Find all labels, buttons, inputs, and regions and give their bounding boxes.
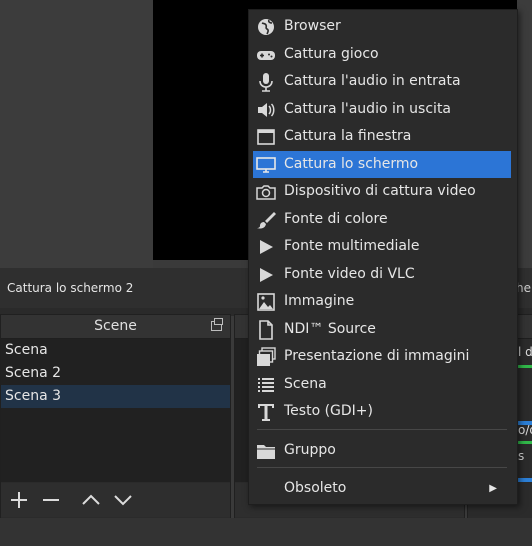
menu-item-audio-input[interactable]: Cattura l'audio in entrata xyxy=(253,68,511,95)
menu-item-ndi-source[interactable]: NDI™ Source xyxy=(253,316,511,343)
menu-item-label: Scena xyxy=(284,376,327,392)
menu-item-group[interactable]: Gruppo xyxy=(253,437,511,464)
volume-slider[interactable] xyxy=(517,478,532,482)
play-icon xyxy=(256,265,276,285)
image-icon xyxy=(256,292,276,312)
move-scene-down-button[interactable] xyxy=(110,487,136,513)
window-icon xyxy=(256,127,276,147)
camera-icon xyxy=(256,182,276,202)
menu-item-label: Gruppo xyxy=(284,442,336,458)
menu-item-label: Presentazione di immagini xyxy=(284,348,470,364)
menu-separator xyxy=(257,467,507,468)
scenes-dock-title: Scene xyxy=(1,315,230,339)
menu-item-label: Obsoleto xyxy=(284,480,347,496)
menu-item-label: Testo (GDI+) xyxy=(284,403,373,419)
menu-item-scene[interactable]: Scena xyxy=(253,371,511,398)
scenes-dock-title-text: Scene xyxy=(94,318,137,334)
source-bar-edge-text: he xyxy=(516,281,531,295)
menu-separator xyxy=(257,429,507,430)
menu-item-deprecated[interactable]: Obsoleto ▶ xyxy=(253,475,511,502)
paintbrush-icon xyxy=(256,210,276,230)
menu-item-browser[interactable]: Browser xyxy=(253,13,511,40)
gamepad-icon xyxy=(256,45,276,65)
menu-item-label: Immagine xyxy=(284,293,355,309)
menu-item-window-capture[interactable]: Cattura la finestra xyxy=(253,123,511,150)
remove-scene-button[interactable] xyxy=(38,487,64,513)
volume-meter xyxy=(517,441,532,444)
menu-item-label: Cattura l'audio in uscita xyxy=(284,101,452,117)
preview-area-right xyxy=(517,0,532,268)
menu-item-label: Fonte video di VLC xyxy=(284,266,415,282)
menu-item-label: Dispositivo di cattura video xyxy=(284,183,476,199)
chevron-down-icon xyxy=(114,495,132,506)
menu-item-color-source[interactable]: Fonte di colore xyxy=(253,206,511,233)
microphone-icon xyxy=(256,72,276,92)
bottom-strip xyxy=(0,518,532,546)
menu-item-label: Fonte di colore xyxy=(284,211,388,227)
menu-item-label: Cattura la finestra xyxy=(284,128,412,144)
monitor-icon xyxy=(256,155,276,175)
menu-item-game-capture[interactable]: Cattura gioco xyxy=(253,41,511,68)
speaker-icon xyxy=(256,100,276,120)
scene-list-item[interactable]: Scena 2 xyxy=(1,362,230,385)
slideshow-icon xyxy=(256,347,276,367)
submenu-arrow-icon: ▶ xyxy=(489,483,497,494)
folder-icon xyxy=(256,441,276,461)
menu-item-audio-output[interactable]: Cattura l'audio in uscita xyxy=(253,96,511,123)
menu-item-label: Cattura lo schermo xyxy=(284,156,419,172)
mixer-channel-fragment: o/d xyxy=(518,423,532,437)
minus-icon xyxy=(43,499,59,501)
menu-item-label: Browser xyxy=(284,18,341,34)
chevron-up-icon xyxy=(82,494,100,505)
volume-meter xyxy=(517,365,532,368)
menu-item-image[interactable]: Immagine xyxy=(253,288,511,315)
globe-icon xyxy=(256,17,276,37)
mixer-channel-fragment: l d xyxy=(518,345,532,359)
scene-list-item-selected[interactable]: Scena 3 xyxy=(1,385,230,408)
menu-item-text-gdi[interactable]: Testo (GDI+) xyxy=(253,398,511,425)
move-scene-up-button[interactable] xyxy=(78,487,104,513)
play-icon xyxy=(256,237,276,257)
text-icon xyxy=(256,402,276,422)
menu-item-media-source[interactable]: Fonte multimediale xyxy=(253,233,511,260)
menu-item-video-capture-device[interactable]: Dispositivo di cattura video xyxy=(253,178,511,205)
scenes-toolbar xyxy=(1,483,230,517)
plus-icon xyxy=(11,492,27,508)
scenes-dock: Scene Scena Scena 2 Scena 3 xyxy=(0,314,231,519)
menu-item-label: Cattura gioco xyxy=(284,46,379,62)
scene-list-item[interactable]: Scena xyxy=(1,339,230,362)
undock-icon[interactable] xyxy=(211,318,223,331)
selected-source-label: Cattura lo schermo 2 xyxy=(7,281,134,295)
scene-list: Scena Scena 2 Scena 3 xyxy=(1,339,230,482)
menu-item-label: Fonte multimediale xyxy=(284,238,420,254)
preview-area-left xyxy=(0,0,153,268)
menu-item-image-slideshow[interactable]: Presentazione di immagini xyxy=(253,343,511,370)
document-icon xyxy=(256,320,276,340)
mixer-channel-fragment: s xyxy=(518,449,525,463)
list-icon xyxy=(256,375,276,395)
menu-item-label: NDI™ Source xyxy=(284,321,376,337)
menu-item-label: Cattura l'audio in entrata xyxy=(284,73,461,89)
add-scene-button[interactable] xyxy=(6,487,32,513)
menu-item-display-capture[interactable]: Cattura lo schermo xyxy=(253,151,511,178)
menu-item-vlc-source[interactable]: Fonte video di VLC xyxy=(253,261,511,288)
add-source-menu: Browser Cattura gioco Cattura l'audio in… xyxy=(248,9,518,505)
